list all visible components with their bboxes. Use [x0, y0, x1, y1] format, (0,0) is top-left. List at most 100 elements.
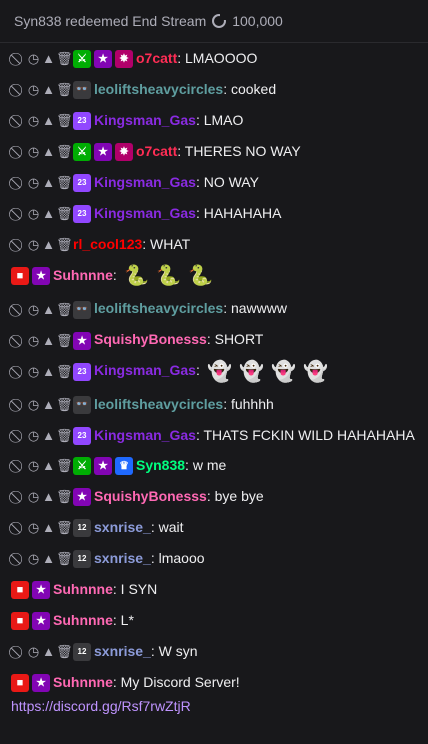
ban-icon[interactable]: ⃠ — [11, 81, 26, 99]
username[interactable]: SquishyBonesss — [94, 331, 207, 347]
mod-actions[interactable]: ⃠◷▲🗑 — [11, 332, 73, 350]
chat-message[interactable]: ⃠◷▲🗑rl_cool123: WHAT — [0, 232, 428, 256]
delete-icon[interactable]: 🗑 — [56, 550, 73, 568]
chat-message[interactable]: ⃠◷▲🗑👓leoliftsheavycircles: nawwww — [0, 296, 428, 320]
ban-icon[interactable]: ⃠ — [11, 205, 26, 223]
delete-icon[interactable]: 🗑 — [56, 301, 73, 319]
mod-actions[interactable]: ⃠◷▲🗑 — [11, 519, 73, 537]
flower-badge-icon[interactable]: ✸ — [115, 50, 133, 69]
username[interactable]: leoliftsheavycircles — [94, 396, 223, 412]
chat-message[interactable]: ■ ★ Suhnnne: I SYN — [0, 577, 428, 601]
timeout-icon[interactable]: ◷ — [26, 112, 41, 130]
timeout-icon[interactable]: ◷ — [26, 301, 41, 319]
snake-emote-icon[interactable]: 🐍 — [156, 263, 182, 289]
chat-message[interactable]: ■ ★ Suhnnne: 🐍 🐍 🐍 — [0, 263, 428, 289]
ban-icon[interactable]: ⃠ — [11, 50, 26, 68]
mod-actions[interactable]: ⃠◷▲🗑 — [11, 363, 73, 381]
mod-actions[interactable]: ⃠◷▲🗑 — [11, 643, 73, 661]
broadcaster-badge-icon[interactable]: ■ — [11, 673, 29, 692]
username[interactable]: rl_cool123 — [73, 236, 142, 252]
timeout-icon[interactable]: ◷ — [26, 427, 41, 445]
username[interactable]: Suhnnne — [53, 612, 113, 628]
timeout-icon[interactable]: ◷ — [26, 643, 41, 661]
gift-badge-icon[interactable]: 12 — [73, 518, 91, 537]
delete-icon[interactable]: 🗑 — [56, 396, 73, 414]
timeout-icon[interactable]: ◷ — [26, 363, 41, 381]
timeout-icon[interactable]: ◷ — [26, 143, 41, 161]
ghost-emote-icon[interactable]: 👻 — [271, 359, 297, 385]
timeout-icon[interactable]: ◷ — [26, 81, 41, 99]
timeout-icon[interactable]: ◷ — [26, 457, 41, 475]
gift-badge-icon[interactable]: 12 — [73, 549, 91, 568]
chat-message[interactable]: ⃠◷▲🗑23Kingsman_Gas: 👻👻👻👻 — [0, 358, 428, 384]
warn-icon[interactable]: ▲ — [41, 519, 56, 537]
star-badge-icon[interactable]: ★ — [73, 487, 91, 506]
star-badge-icon[interactable]: ★ — [94, 456, 112, 475]
ban-icon[interactable]: ⃠ — [11, 236, 26, 254]
glasses-badge-icon[interactable]: 👓 — [73, 395, 91, 414]
username[interactable]: Syn838 — [136, 457, 185, 473]
subscriber-badge-icon[interactable]: 23 — [73, 426, 91, 445]
username[interactable]: Suhnnne — [53, 674, 113, 690]
mod-actions[interactable]: ⃠◷▲🗑 — [11, 81, 73, 99]
delete-icon[interactable]: 🗑 — [56, 519, 73, 537]
broadcaster-badge-icon[interactable]: ■ — [11, 611, 29, 630]
username[interactable]: Kingsman_Gas — [94, 205, 196, 221]
warn-icon[interactable]: ▲ — [41, 363, 56, 381]
glasses-badge-icon[interactable]: 👓 — [73, 81, 91, 100]
timeout-icon[interactable]: ◷ — [26, 332, 41, 350]
mod-actions[interactable]: ⃠◷▲🗑 — [11, 205, 73, 223]
mod-actions[interactable]: ⃠◷▲🗑 — [11, 488, 73, 506]
chat-message[interactable]: ■ ★ Suhnnne: L* — [0, 608, 428, 632]
broadcaster-badge-icon[interactable]: ■ — [11, 267, 29, 286]
ban-icon[interactable]: ⃠ — [11, 174, 26, 192]
star-badge-icon[interactable]: ★ — [32, 580, 50, 599]
chat-message[interactable]: ⃠◷▲🗑12sxnrise_: wait — [0, 515, 428, 539]
timeout-icon[interactable]: ◷ — [26, 174, 41, 192]
ban-icon[interactable]: ⃠ — [11, 643, 26, 661]
chat-message[interactable]: ⃠◷▲🗑★SquishyBonesss: SHORT — [0, 327, 428, 351]
delete-icon[interactable]: 🗑 — [56, 236, 73, 254]
delete-icon[interactable]: 🗑 — [56, 427, 73, 445]
snake-emote-icon[interactable]: 🐍 — [124, 263, 150, 289]
timeout-icon[interactable]: ◷ — [26, 488, 41, 506]
delete-icon[interactable]: 🗑 — [56, 205, 73, 223]
chat-message[interactable]: ⃠◷▲🗑23Kingsman_Gas: HAHAHAHA — [0, 201, 428, 225]
delete-icon[interactable]: 🗑 — [56, 457, 73, 475]
timeout-icon[interactable]: ◷ — [26, 236, 41, 254]
warn-icon[interactable]: ▲ — [41, 174, 56, 192]
username[interactable]: Kingsman_Gas — [94, 427, 196, 443]
broadcaster-badge-icon[interactable]: ■ — [11, 580, 29, 599]
username[interactable]: o7catt — [136, 50, 177, 66]
ban-icon[interactable]: ⃠ — [11, 550, 26, 568]
crown-badge-icon[interactable]: ♛ — [115, 456, 133, 475]
mod-actions[interactable]: ⃠◷▲🗑 — [11, 427, 73, 445]
mod-actions[interactable]: ⃠◷▲🗑 — [11, 301, 73, 319]
chat-message[interactable]: ⃠◷▲🗑12sxnrise_: W syn — [0, 639, 428, 663]
delete-icon[interactable]: 🗑 — [56, 81, 73, 99]
delete-icon[interactable]: 🗑 — [56, 488, 73, 506]
warn-icon[interactable]: ▲ — [41, 236, 56, 254]
chat-message[interactable]: ⃠◷▲🗑23Kingsman_Gas: THATS FCKIN WILD HAH… — [0, 423, 428, 447]
mod-actions[interactable]: ⃠◷▲🗑 — [11, 50, 73, 68]
chat-message[interactable]: ⃠◷▲🗑23Kingsman_Gas: NO WAY — [0, 170, 428, 194]
star-badge-icon[interactable]: ★ — [32, 611, 50, 630]
subscriber-badge-icon[interactable]: 23 — [73, 205, 91, 224]
delete-icon[interactable]: 🗑 — [56, 174, 73, 192]
delete-icon[interactable]: 🗑 — [56, 363, 73, 381]
sword-badge-icon[interactable]: ⚔ — [73, 143, 91, 162]
warn-icon[interactable]: ▲ — [41, 427, 56, 445]
timeout-icon[interactable]: ◷ — [26, 550, 41, 568]
delete-icon[interactable]: 🗑 — [56, 50, 73, 68]
sword-badge-icon[interactable]: ⚔ — [73, 456, 91, 475]
star-badge-icon[interactable]: ★ — [94, 50, 112, 69]
star-badge-icon[interactable]: ★ — [32, 673, 50, 692]
warn-icon[interactable]: ▲ — [41, 81, 56, 99]
delete-icon[interactable]: 🗑 — [56, 332, 73, 350]
username[interactable]: Kingsman_Gas — [94, 362, 196, 378]
ban-icon[interactable]: ⃠ — [11, 396, 26, 414]
username[interactable]: SquishyBonesss — [94, 488, 207, 504]
glasses-badge-icon[interactable]: 👓 — [73, 300, 91, 319]
warn-icon[interactable]: ▲ — [41, 457, 56, 475]
mod-actions[interactable]: ⃠◷▲🗑 — [11, 396, 73, 414]
